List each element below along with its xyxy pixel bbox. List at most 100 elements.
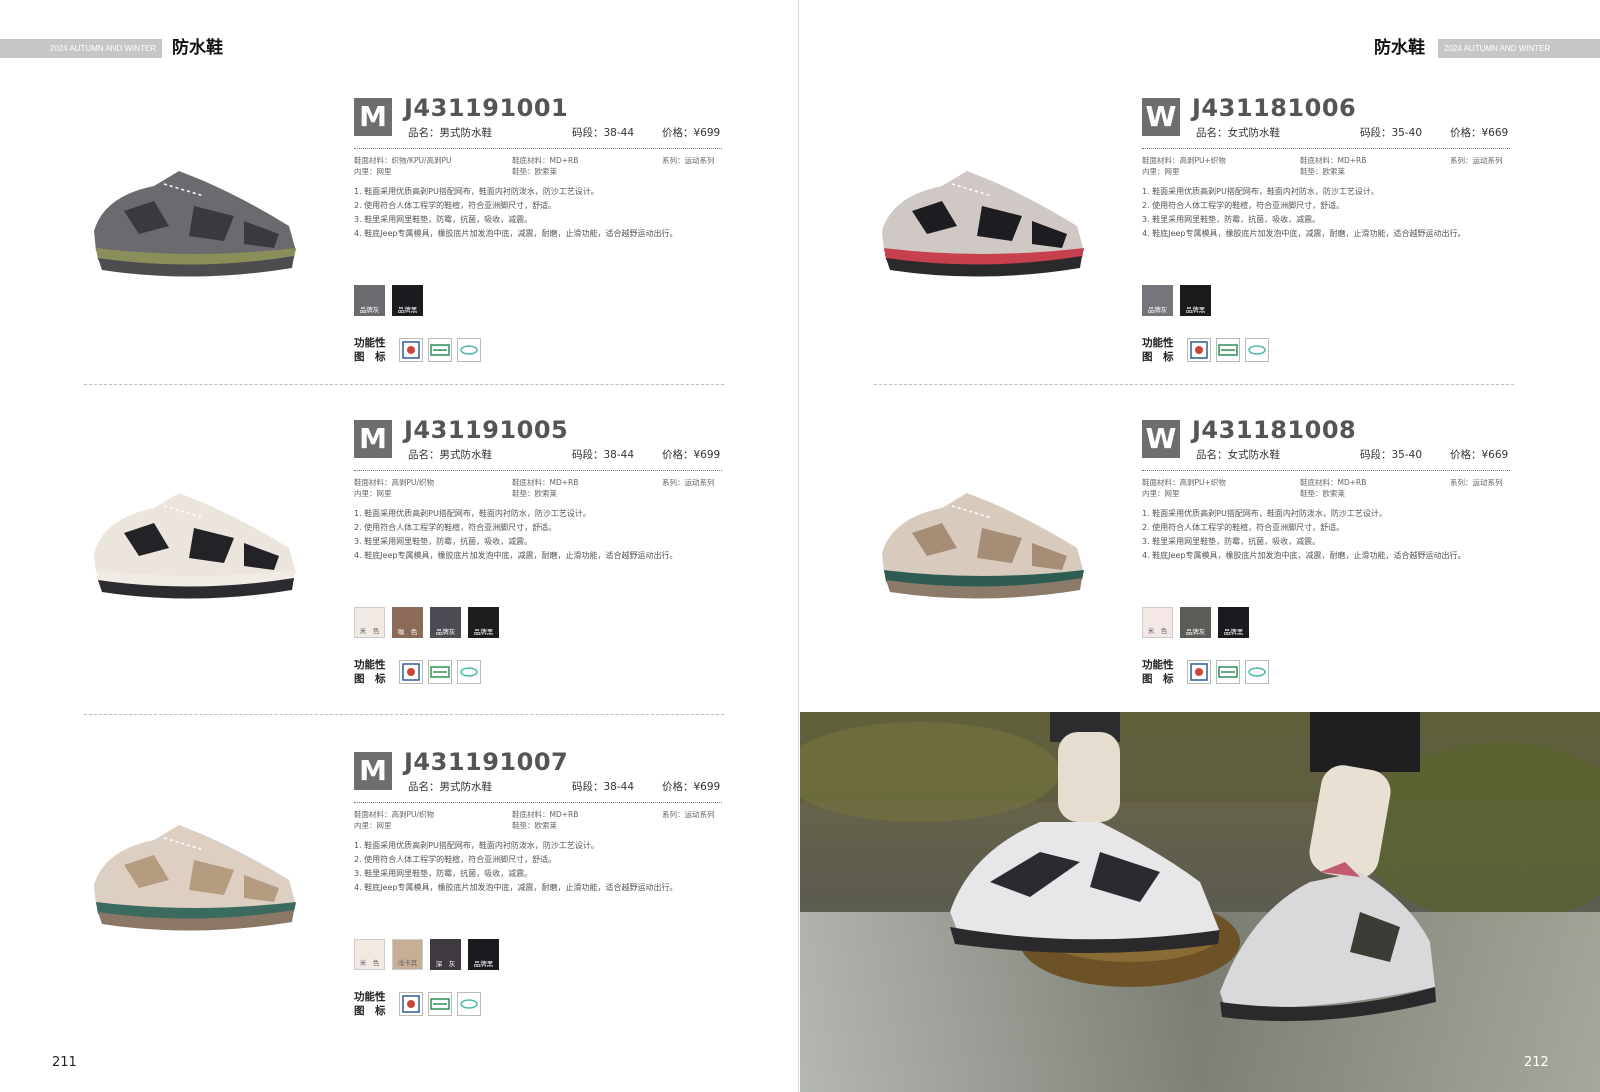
feature-line: 4. 鞋底Jeep专属模具，橡胶底片加发泡中底，减震，耐磨，止滑功能，适合越野运…: [354, 551, 678, 560]
color-swatches: 品牌灰 品牌黑: [1142, 285, 1211, 316]
feature-line: 4. 鞋底Jeep专属模具，橡胶底片加发泡中底，减震，耐磨，止滑功能，适合越野运…: [354, 229, 678, 238]
color-swatch[interactable]: 米 色: [1142, 607, 1173, 638]
breathable-icon: [1245, 338, 1269, 362]
spec-lining: 内里：网里: [354, 167, 392, 176]
page-number: 212: [1524, 1055, 1549, 1070]
function-icons: [1187, 338, 1269, 362]
product-size: 码段：35-40: [1360, 449, 1423, 461]
product-price: 价格：¥669: [1450, 449, 1509, 461]
product-name: 品名：男式防水鞋: [408, 127, 492, 139]
waterproof-icon: [1187, 660, 1211, 684]
gender-badge: M: [354, 98, 392, 136]
product-code: J431181008: [1192, 416, 1357, 444]
function-icons: [399, 660, 481, 684]
divider-dotted: [354, 802, 722, 803]
spec-lining: 内里：网里: [354, 821, 392, 830]
aegis-icon: [1216, 338, 1240, 362]
color-swatch[interactable]: 品牌灰: [1142, 285, 1173, 316]
function-icons-label: 功能性 图 标: [1142, 659, 1174, 685]
product-name: 品名：男式防水鞋: [408, 781, 492, 793]
color-swatches: 米 色 浅卡其 深 灰 品牌黑: [354, 939, 499, 970]
feature-line: 1. 鞋面采用优质高剥PU搭配网布，鞋面内衬防水，防沙工艺设计。: [1142, 187, 1379, 196]
spec-lining: 内里：网里: [354, 489, 392, 498]
season-tag: 2024 AUTUMN AND WINTER: [1438, 39, 1600, 58]
color-swatch[interactable]: 品牌黑: [468, 939, 499, 970]
swatch-label: 品牌黑: [1223, 628, 1244, 636]
feature-line: 3. 鞋里采用网里鞋垫，防霉，抗菌，吸收，减震。: [354, 869, 533, 878]
product-shoe-image: [84, 156, 304, 286]
swatch-label: 品牌黑: [473, 628, 494, 636]
swatch-label: 米 色: [1147, 627, 1168, 635]
swatch-label: 品牌灰: [359, 306, 380, 314]
product-size: 码段：38-44: [572, 781, 635, 793]
aegis-icon: [1216, 660, 1240, 684]
spec-upper: 鞋面材料：高剥PU+织物: [1142, 156, 1226, 165]
feature-line: 2. 使用符合人体工程学的鞋楦，符合亚洲脚尺寸，舒适。: [354, 523, 557, 532]
color-swatch[interactable]: 深 灰: [430, 939, 461, 970]
feature-line: 3. 鞋里采用网里鞋垫，防霉，抗菌，吸收，减震。: [1142, 215, 1321, 224]
category-title: 防水鞋: [172, 38, 223, 58]
spec-series: 系列：运动系列: [662, 810, 715, 819]
product-price: 价格：¥699: [662, 449, 721, 461]
spec-sole: 鞋底材料：MD+RB: [1300, 478, 1367, 487]
aegis-icon: [428, 338, 452, 362]
swatch-label: 品牌黑: [397, 306, 418, 314]
color-swatch[interactable]: 品牌黑: [1180, 285, 1211, 316]
breathable-icon: [1245, 660, 1269, 684]
product-shoe-image: [84, 478, 304, 608]
function-icons: [1187, 660, 1269, 684]
color-swatch[interactable]: 品牌灰: [1180, 607, 1211, 638]
gender-badge: W: [1142, 420, 1180, 458]
color-swatch[interactable]: 品牌灰: [430, 607, 461, 638]
spec-series: 系列：运动系列: [1450, 156, 1503, 165]
feature-line: 1. 鞋面采用优质高剥PU搭配网布，鞋面内衬防泼水，防沙工艺设计。: [354, 187, 599, 196]
swatch-label: 品牌灰: [1185, 628, 1206, 636]
feature-line: 2. 使用符合人体工程学的鞋楦，符合亚洲脚尺寸，舒适。: [1142, 523, 1345, 532]
spec-insole: 鞋垫：欧索莱: [1300, 167, 1345, 176]
feature-line: 3. 鞋里采用网里鞋垫，防霉，抗菌，吸收，减震。: [354, 215, 533, 224]
color-swatch[interactable]: 咖 色: [392, 607, 423, 638]
feature-list: 1. 鞋面采用优质高剥PU搭配网布，鞋面内衬防泼水，防沙工艺设计。 2. 使用符合…: [354, 839, 677, 895]
feature-line: 4. 鞋底Jeep专属模具，橡胶底片加发泡中底，减震，耐磨，止滑功能，适合越野运…: [1142, 229, 1466, 238]
feature-line: 1. 鞋面采用优质高剥PU搭配网布，鞋面内衬防泼水，防沙工艺设计。: [354, 841, 599, 850]
function-icons-label: 功能性 图 标: [354, 991, 386, 1017]
waterproof-icon: [1187, 338, 1211, 362]
product-size: 码段：38-44: [572, 449, 635, 461]
divider-dotted: [1142, 470, 1510, 471]
spec-upper: 鞋面材料：高剥PU+织物: [1142, 478, 1226, 487]
category-title: 防水鞋: [1374, 38, 1425, 58]
product-name: 品名：女式防水鞋: [1196, 449, 1280, 461]
swatch-label: 米 色: [359, 959, 380, 967]
product-shoe-image: [84, 810, 304, 940]
feature-line: 3. 鞋里采用网里鞋垫，防霉，抗菌，吸收，减震。: [354, 537, 533, 546]
spec-upper: 鞋面材料：高剥PU/织物: [354, 478, 435, 487]
function-icons-label: 功能性 图 标: [1142, 337, 1174, 363]
color-swatches: 米 色 品牌灰 品牌黑: [1142, 607, 1249, 638]
page-number: 211: [52, 1055, 77, 1070]
swatch-label: 米 色: [359, 627, 380, 635]
color-swatch[interactable]: 品牌黑: [1218, 607, 1249, 638]
product-card: M J431191001 品名：男式防水鞋 码段：38-44 价格：¥699 鞋…: [84, 94, 724, 398]
color-swatch[interactable]: 品牌黑: [392, 285, 423, 316]
product-code: J431181006: [1192, 94, 1357, 122]
swatch-label: 品牌黑: [473, 960, 494, 968]
spec-insole: 鞋垫：欧索莱: [512, 489, 557, 498]
spec-insole: 鞋垫：欧索莱: [512, 167, 557, 176]
color-swatches: 品牌灰 品牌黑: [354, 285, 423, 316]
color-swatch[interactable]: 米 色: [354, 607, 385, 638]
product-price: 价格：¥699: [662, 127, 721, 139]
spec-series: 系列：运动系列: [662, 478, 715, 487]
color-swatch[interactable]: 米 色: [354, 939, 385, 970]
color-swatch[interactable]: 品牌灰: [354, 285, 385, 316]
spec-insole: 鞋垫：欧索莱: [512, 821, 557, 830]
function-icons-label: 功能性 图 标: [354, 659, 386, 685]
color-swatch[interactable]: 浅卡其: [392, 939, 423, 970]
color-swatches: 米 色 咖 色 品牌灰 品牌黑: [354, 607, 499, 638]
breathable-icon: [457, 992, 481, 1016]
color-swatch[interactable]: 品牌黑: [468, 607, 499, 638]
swatch-label: 咖 色: [397, 628, 418, 636]
swatch-label: 深 灰: [435, 960, 456, 968]
product-size: 码段：38-44: [572, 127, 635, 139]
breathable-icon: [457, 660, 481, 684]
product-name: 品名：女式防水鞋: [1196, 127, 1280, 139]
